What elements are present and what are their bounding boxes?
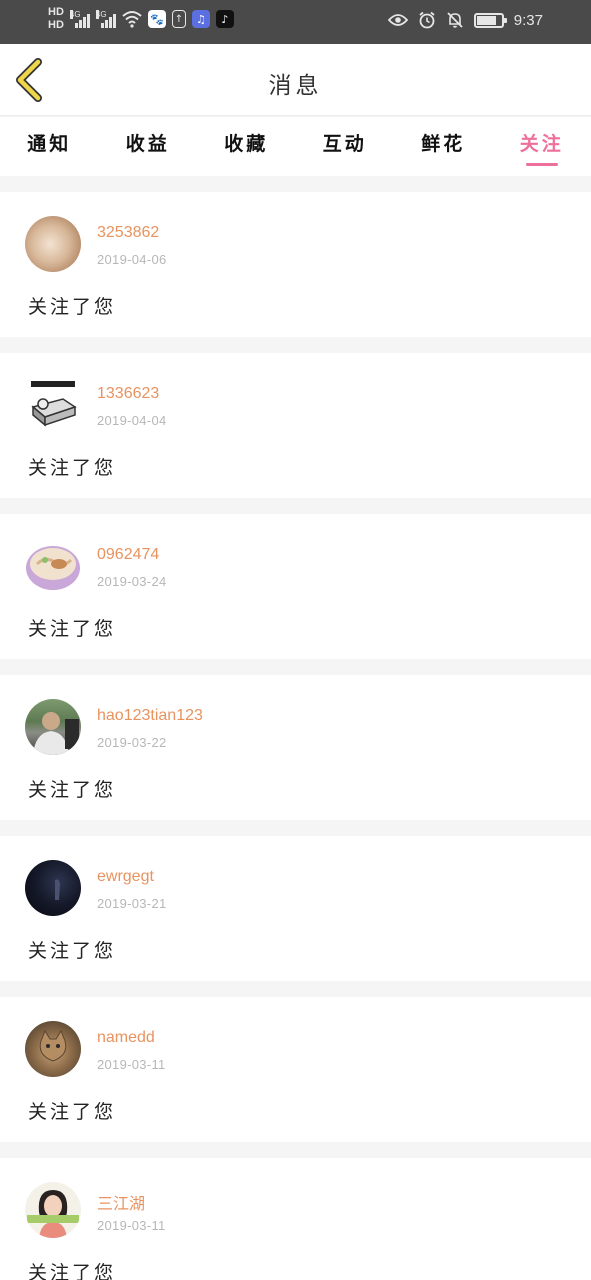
- status-bar: HD HD 4G 4G 🐾 ↑ ♫ ♪ 9:37: [0, 0, 591, 44]
- date: 2019-03-24: [97, 574, 167, 589]
- tab-notification[interactable]: 通知: [0, 117, 99, 176]
- message-text: 关注了您: [28, 296, 117, 318]
- message-text: 关注了您: [28, 940, 117, 962]
- username[interactable]: namedd: [97, 1029, 155, 1047]
- list-item[interactable]: hao123tian123 2019-03-22 关注了您: [0, 675, 591, 820]
- network-type-1: 4G: [69, 10, 81, 19]
- active-tab-indicator: [525, 163, 558, 166]
- tab-follow[interactable]: 关注: [493, 117, 591, 176]
- hd-indicators: HD HD: [48, 6, 64, 32]
- status-bar-right: 9:37: [387, 11, 543, 29]
- man-photo-icon: [33, 712, 79, 755]
- clock-time: 9:37: [513, 11, 543, 29]
- avatar[interactable]: [25, 1021, 81, 1077]
- battery-level: [476, 15, 496, 25]
- music-app-icon: ♫: [191, 10, 210, 28]
- message-text: 关注了您: [28, 457, 117, 479]
- list-item[interactable]: 3253862 2019-04-06 关注了您: [0, 192, 591, 337]
- avatar[interactable]: [25, 860, 81, 916]
- date: 2019-03-11: [97, 1218, 166, 1233]
- battery-icon: [473, 12, 507, 28]
- message-text: 关注了您: [28, 618, 117, 640]
- tab-label: 收藏: [224, 133, 269, 155]
- message-text: 关注了您: [28, 1101, 117, 1123]
- night-figure-icon: [55, 879, 60, 900]
- network-type-2: 4G: [95, 10, 107, 19]
- avatar[interactable]: [25, 216, 81, 272]
- avatar[interactable]: [25, 1182, 81, 1238]
- avatar[interactable]: [25, 538, 81, 594]
- list-item[interactable]: namedd 2019-03-11 关注了您: [0, 997, 591, 1142]
- avatar[interactable]: [25, 699, 81, 755]
- tiktok-app-icon: ♪: [215, 10, 234, 28]
- list-item[interactable]: ewrgegt 2019-03-21 关注了您: [0, 836, 591, 981]
- cat-photo-icon: [39, 1029, 67, 1062]
- eye-comfort-icon: [387, 14, 408, 26]
- upload-icon: ↑: [171, 10, 186, 28]
- signal-icon-1: 4G: [69, 10, 90, 28]
- baidu-app-icon: 🐾: [147, 10, 166, 28]
- page-title: 消息: [268, 73, 323, 99]
- hd-label-1: HD: [48, 6, 64, 18]
- date: 2019-03-21: [97, 896, 167, 911]
- tab-label: 收益: [125, 133, 170, 155]
- tab-label: 鲜花: [421, 133, 466, 155]
- username[interactable]: 三江湖: [97, 1190, 145, 1214]
- tab-flowers[interactable]: 鲜花: [394, 117, 493, 176]
- list-item[interactable]: 三江湖 2019-03-11 关注了您: [0, 1158, 591, 1280]
- tab-label: 互动: [322, 133, 367, 155]
- wifi-icon: [122, 11, 142, 28]
- date: 2019-04-06: [97, 252, 167, 267]
- list-item[interactable]: 0962474 2019-03-24 关注了您: [0, 514, 591, 659]
- avatar[interactable]: [25, 377, 81, 433]
- tab-label: 关注: [519, 133, 564, 155]
- tab-interaction[interactable]: 互动: [296, 117, 395, 176]
- bed-sticker-icon: [31, 381, 77, 427]
- tab-bar: 通知 收益 收藏 互动 鲜花 关注: [0, 117, 591, 176]
- woman-photo-icon: [27, 1190, 79, 1238]
- message-list: 3253862 2019-04-06 关注了您 1336623 2019-04-…: [0, 192, 591, 1280]
- date: 2019-03-22: [97, 735, 167, 750]
- list-item[interactable]: 1336623 2019-04-04 关注了您: [0, 353, 591, 498]
- username[interactable]: 0962474: [97, 546, 159, 564]
- tab-favorites[interactable]: 收藏: [197, 117, 296, 176]
- noodle-bowl-icon: [26, 546, 80, 590]
- status-bar-left: HD HD 4G 4G 🐾 ↑ ♫ ♪: [48, 6, 234, 32]
- tab-earnings[interactable]: 收益: [99, 117, 198, 176]
- signal-icon-2: 4G: [95, 10, 116, 28]
- hd-label-2: HD: [48, 19, 64, 31]
- username[interactable]: 3253862: [97, 224, 159, 242]
- username[interactable]: ewrgegt: [97, 868, 154, 886]
- date: 2019-03-11: [97, 1057, 166, 1072]
- username[interactable]: hao123tian123: [97, 707, 203, 725]
- tab-label: 通知: [27, 133, 72, 155]
- message-text: 关注了您: [28, 779, 117, 801]
- message-text: 关注了您: [28, 1262, 117, 1280]
- date: 2019-04-04: [97, 413, 167, 428]
- alarm-icon: [419, 11, 435, 29]
- username[interactable]: 1336623: [97, 385, 159, 403]
- mute-bell-icon: [447, 12, 463, 28]
- header: 消息: [0, 44, 591, 116]
